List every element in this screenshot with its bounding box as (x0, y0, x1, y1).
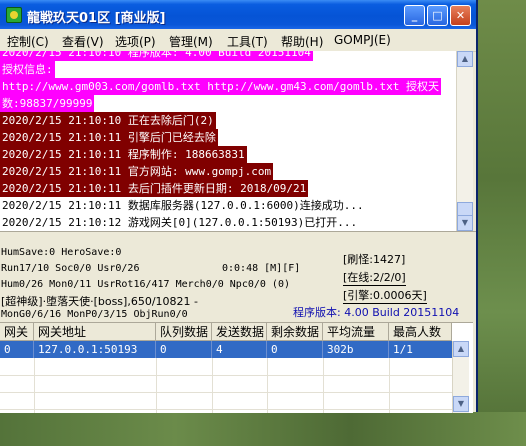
grid-line (0, 409, 452, 410)
menu-gompj[interactable]: GOMPJ(E) (334, 33, 391, 47)
log-line: 2020/2/15 21:10:12 游戏网关[0](127.0.0.1:501… (0, 214, 360, 231)
refresh-count: [刷怪:1427] (343, 253, 406, 266)
col-address[interactable]: 网关地址 (34, 323, 156, 341)
status-panel: HumSave:0 HeroSave:0 Run17/10 Soc0/0 Usr… (0, 231, 476, 322)
log-line: 2020/2/15 21:10:11 程序制作: 188663831 (0, 146, 247, 163)
program-version: 程序版本: 4.00 Build 20151104 (293, 306, 460, 319)
log-line: 数:98837/99999 (0, 95, 95, 112)
status-mon: MonG0/6/16 MonP0/3/15 ObjRun0/0 (1, 309, 188, 320)
grid-line (0, 375, 452, 376)
window-title: 龍戦玖天01区 [商业版] (27, 11, 166, 26)
menu-options[interactable]: 选项(P) (115, 33, 156, 50)
col-queue[interactable]: 队列数据 (156, 323, 212, 341)
cell-address: 127.0.0.1:50193 (34, 341, 156, 358)
scroll-thumb[interactable] (457, 202, 473, 216)
log-line: 2020/2/15 21:10:10 正在去除后门(2) (0, 112, 216, 129)
menu-help[interactable]: 帮助(H) (281, 33, 323, 50)
log-line: 2020/2/15 21:10:10 程序版本: 4.00 Build 2015… (0, 51, 313, 61)
cell-gateway: 0 (0, 341, 34, 358)
title-bar[interactable]: 龍戦玖天01区 [商业版] _ □ ✕ (0, 0, 476, 29)
col-traffic[interactable]: 平均流量 (323, 323, 389, 341)
desktop-background-bottom (0, 412, 526, 446)
menu-bar: 控制(C) 查看(V) 选项(P) 管理(M) 工具(T) 帮助(H) GOMP… (0, 29, 476, 52)
app-icon (6, 7, 22, 23)
status-time: 0:0:48 [M][F] (222, 263, 301, 274)
log-line: 2020/2/15 21:10:11 去后门插件更新日期: 2018/09/21 (0, 180, 309, 197)
status-boss: [超神级]·堕落天使·[boss],650/10821 - (1, 295, 198, 308)
status-run: Run17/10 Soc0/0 Usr0/26 (1, 263, 140, 274)
cell-sent: 4 (212, 341, 267, 358)
grid-vline (323, 358, 324, 413)
log-line: 2020/2/15 21:10:11 数据库服务器(127.0.0.1:6000… (0, 197, 366, 214)
scroll-up-arrow-icon[interactable]: ▲ (457, 51, 473, 67)
log-line: 授权信息: (0, 61, 55, 78)
close-button[interactable]: ✕ (450, 5, 471, 26)
log-panel[interactable]: 2020/2/15 21:10:10 程序版本: 4.00 Build 2015… (0, 51, 456, 231)
log-line: 2020/2/15 21:10:11 引擎后门已经去除 (0, 129, 218, 146)
online-count: [在线:2/2/0] (343, 271, 406, 286)
engine-days: [引擎:0.0006天] (343, 289, 427, 304)
menu-view[interactable]: 查看(V) (62, 33, 104, 50)
grid-vline (389, 358, 390, 413)
scroll-down-arrow-icon[interactable]: ▼ (457, 215, 473, 231)
table-scroll-up-icon[interactable]: ▲ (453, 341, 469, 357)
cell-traffic: 302b (323, 341, 389, 358)
desktop-background-right (476, 0, 526, 446)
grid-vline (34, 358, 35, 413)
maximize-button[interactable]: □ (427, 5, 448, 26)
col-gateway[interactable]: 网关 (0, 323, 34, 341)
gateway-table: 网关 网关地址 队列数据 发送数据 剩余数据 平均流量 最高人数 0 127.0… (0, 322, 473, 413)
menu-tools[interactable]: 工具(T) (227, 33, 268, 50)
cell-remain: 0 (267, 341, 323, 358)
status-hum: Hum0/26 Mon0/11 UsrRot16/417 Merch0/0 Np… (1, 279, 290, 290)
table-scroll-down-icon[interactable]: ▼ (453, 396, 469, 412)
grid-vline (156, 358, 157, 413)
cell-max-users: 1/1 (393, 343, 413, 356)
grid-vline (212, 358, 213, 413)
col-remain[interactable]: 剩余数据 (267, 323, 323, 341)
grid-line (0, 392, 452, 393)
app-window: 龍戦玖天01区 [商业版] _ □ ✕ 控制(C) 查看(V) 选项(P) 管理… (0, 0, 478, 413)
cell-queue: 0 (156, 341, 212, 358)
col-max-users[interactable]: 最高人数 (389, 323, 452, 341)
table-scrollbar[interactable]: ▲ ▼ (452, 341, 469, 413)
status-save: HumSave:0 HeroSave:0 (1, 247, 122, 258)
col-sent[interactable]: 发送数据 (212, 323, 267, 341)
menu-manage[interactable]: 管理(M) (169, 33, 213, 50)
minimize-button[interactable]: _ (404, 5, 425, 26)
log-scrollbar[interactable]: ▲ ▼ (456, 51, 473, 231)
log-line: http://www.gm003.com/gomlb.txt http://ww… (0, 78, 441, 95)
menu-control[interactable]: 控制(C) (7, 33, 49, 50)
grid-vline (267, 358, 268, 413)
log-line: 2020/2/15 21:10:11 官方网站: www.gompj.com (0, 163, 274, 180)
